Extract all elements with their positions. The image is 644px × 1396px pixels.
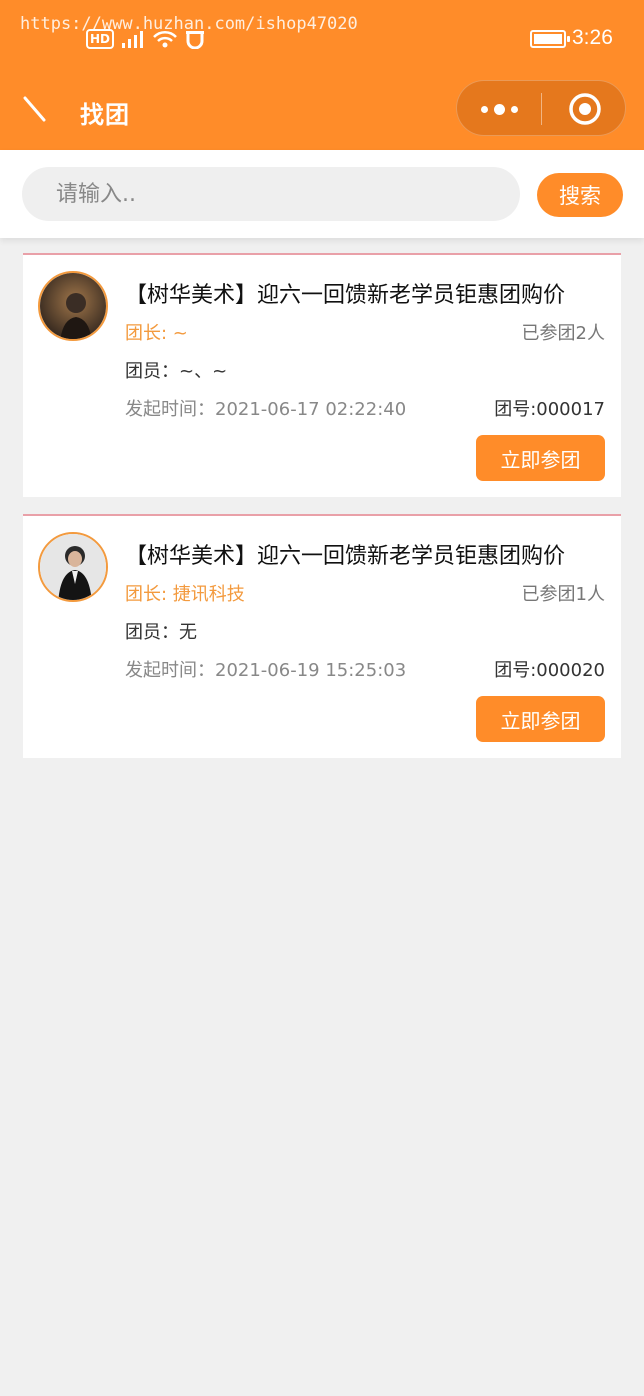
group-title: 【树华美术】迎六一回馈新老学员钜惠团购价 <box>125 544 566 569</box>
battery-icon <box>530 30 570 48</box>
more-dots-icon <box>480 105 488 113</box>
group-members: 团员：~、~ <box>125 361 228 382</box>
avatar <box>38 532 108 602</box>
status-icons: HD <box>86 26 206 52</box>
signal-icon <box>122 31 144 48</box>
group-card: 【树华美术】迎六一回馈新老学员钜惠团购价 团长: 捷讯科技 已参团1人 团员：无… <box>23 514 621 758</box>
group-leader: 团长: ~ <box>125 323 188 344</box>
joined-count: 已参团2人 <box>521 323 605 344</box>
target-close-icon <box>568 93 601 125</box>
search-input[interactable] <box>22 167 520 221</box>
group-title: 【树华美术】迎六一回馈新老学员钜惠团购价 <box>125 283 566 308</box>
close-button[interactable] <box>542 81 627 137</box>
group-number: 团号:000020 <box>494 660 605 681</box>
start-time: 发起时间：2021-06-17 02:22:40 <box>125 399 407 420</box>
group-members: 团员：无 <box>125 622 197 643</box>
group-card: 【树华美术】迎六一回馈新老学员钜惠团购价 团长: ~ 已参团2人 团员：~、~ … <box>23 253 621 497</box>
group-leader: 团长: 捷讯科技 <box>125 584 245 605</box>
more-dots-icon-center <box>493 103 505 115</box>
avatar <box>38 271 108 341</box>
join-group-button[interactable]: 立即参团 <box>476 696 605 742</box>
start-time: 发起时间：2021-06-19 15:25:03 <box>125 660 407 681</box>
hd-badge: HD <box>86 29 115 49</box>
wifi-icon <box>153 30 177 48</box>
group-number: 团号:000017 <box>494 399 605 420</box>
back-icon[interactable] <box>22 92 52 128</box>
header: https://www.huzhan.com/ishop47020 HD 3:2… <box>0 0 644 150</box>
more-dots-icon-right <box>510 105 518 113</box>
joined-count: 已参团1人 <box>521 584 605 605</box>
status-time: 3:26 <box>572 26 613 49</box>
app-notification-icon <box>186 31 205 49</box>
join-group-button[interactable]: 立即参团 <box>476 435 605 481</box>
search-button[interactable]: 搜索 <box>537 173 623 217</box>
more-button[interactable] <box>457 81 541 137</box>
page-title: 找团 <box>80 101 130 129</box>
mini-program-capsule <box>456 80 626 136</box>
